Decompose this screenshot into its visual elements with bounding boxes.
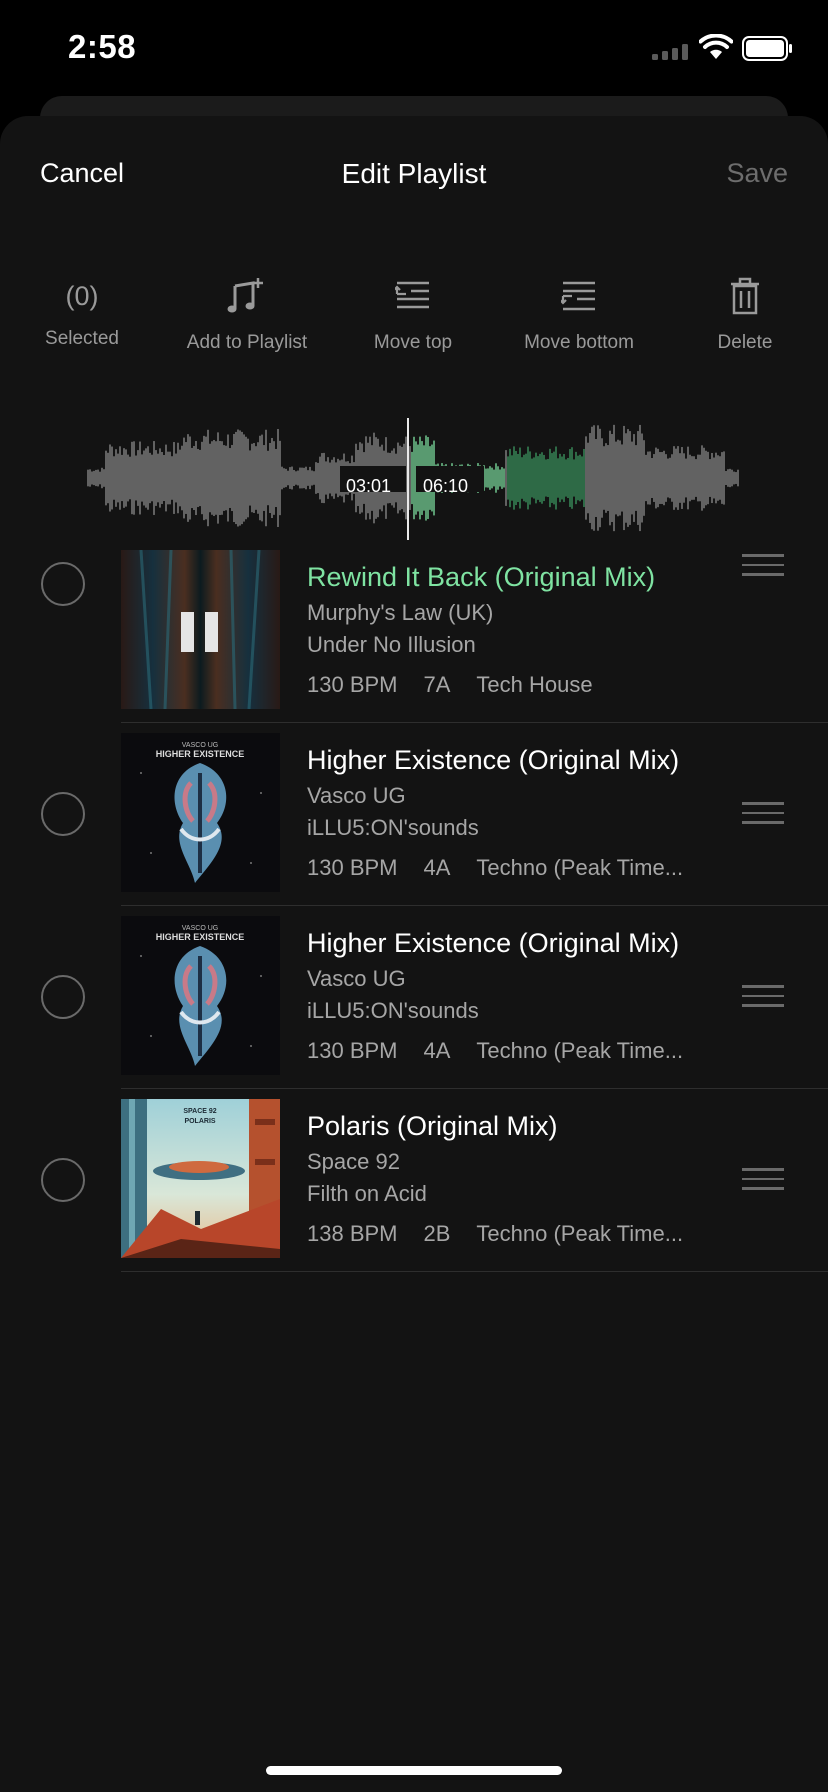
selected-count-value: (0) bbox=[65, 281, 99, 311]
cover-artist-text: VASCO UG bbox=[182, 742, 218, 749]
delete-button[interactable]: Delete bbox=[660, 272, 828, 354]
album-art[interactable]: VASCO UG HIGHER EXISTENCE bbox=[121, 916, 280, 1075]
select-radio[interactable] bbox=[41, 792, 85, 836]
status-time: 2:58 bbox=[68, 28, 137, 65]
track-meta: 130 BPM 4A Techno (Peak Time... bbox=[307, 855, 709, 881]
drag-handle-icon[interactable] bbox=[742, 1168, 784, 1192]
track-bpm: 130 BPM bbox=[307, 855, 398, 880]
track-meta: 130 BPM 7A Tech House bbox=[307, 672, 619, 698]
drag-handle-icon[interactable] bbox=[742, 554, 784, 578]
wifi-icon bbox=[699, 34, 733, 59]
total-duration: 06:10 bbox=[423, 476, 469, 496]
move-top-icon bbox=[328, 272, 498, 320]
track-bpm: 130 BPM bbox=[307, 672, 398, 697]
track-genre: Techno (Peak Time... bbox=[476, 1038, 684, 1063]
edit-toolbar: (0) Selected Add to Playlist Move top Mo… bbox=[0, 272, 828, 362]
track-bpm: 138 BPM bbox=[307, 1221, 398, 1246]
pause-icon[interactable] bbox=[181, 612, 221, 652]
track-label: iLLU5:ON'sounds bbox=[307, 998, 479, 1023]
cover-title-text: POLARIS bbox=[184, 1118, 215, 1125]
home-indicator bbox=[266, 1766, 562, 1775]
save-button[interactable]: Save bbox=[726, 158, 788, 189]
delete-label: Delete bbox=[717, 332, 773, 353]
track-artist: Vasco UG bbox=[307, 783, 406, 808]
track-row[interactable]: VASCO UG HIGHER EXISTENCE Higher Existen… bbox=[0, 723, 828, 906]
track-meta: 138 BPM 2B Techno (Peak Time... bbox=[307, 1221, 709, 1247]
track-title: Higher Existence (Original Mix) bbox=[307, 928, 680, 958]
album-art[interactable] bbox=[121, 550, 280, 709]
track-title: Higher Existence (Original Mix) bbox=[307, 745, 680, 775]
track-row[interactable]: Rewind It Back (Original Mix) Murphy's L… bbox=[0, 540, 828, 723]
selected-label: Selected bbox=[45, 328, 119, 349]
add-music-icon bbox=[162, 272, 332, 320]
select-radio[interactable] bbox=[41, 562, 85, 606]
status-bar: 2:58 bbox=[0, 0, 828, 100]
select-radio[interactable] bbox=[41, 1158, 85, 1202]
track-meta: 130 BPM 4A Techno (Peak Time... bbox=[307, 1038, 709, 1064]
track-row[interactable]: VASCO UG HIGHER EXISTENCE Higher Existen… bbox=[0, 906, 828, 1089]
track-key: 2B bbox=[423, 1221, 451, 1246]
move-bottom-button[interactable]: Move bottom bbox=[494, 272, 664, 354]
playhead[interactable] bbox=[407, 418, 409, 540]
add-to-playlist-button[interactable]: Add to Playlist bbox=[162, 272, 332, 354]
track-key: 7A bbox=[423, 672, 451, 697]
signal-icon bbox=[652, 44, 688, 60]
cancel-button[interactable]: Cancel bbox=[40, 158, 124, 189]
move-bottom-label: Move bottom bbox=[524, 332, 634, 353]
cover-title-text: HIGHER EXISTENCE bbox=[156, 749, 245, 759]
move-top-button[interactable]: Move top bbox=[328, 272, 498, 354]
selected-count: (0) Selected bbox=[0, 272, 167, 350]
waveform-scrubber[interactable] bbox=[86, 416, 742, 540]
cover-artist-text: SPACE 92 bbox=[183, 1108, 216, 1115]
move-top-label: Move top bbox=[373, 332, 453, 353]
track-title: Rewind It Back (Original Mix) bbox=[307, 562, 656, 592]
track-genre: Tech House bbox=[476, 672, 593, 697]
drag-handle-icon[interactable] bbox=[742, 802, 784, 826]
track-key: 4A bbox=[423, 1038, 451, 1063]
divider bbox=[121, 1271, 828, 1272]
track-label: Filth on Acid bbox=[307, 1181, 427, 1206]
track-genre: Techno (Peak Time... bbox=[476, 1221, 684, 1246]
add-to-playlist-label: Add to Playlist bbox=[186, 332, 308, 353]
cover-artist-text: VASCO UG bbox=[182, 925, 218, 932]
elapsed-time: 03:01 bbox=[346, 476, 392, 496]
track-artist: Space 92 bbox=[307, 1149, 400, 1174]
track-key: 4A bbox=[423, 855, 451, 880]
trash-icon bbox=[660, 272, 828, 320]
track-row[interactable]: SPACE 92 POLARIS Polaris (Original Mix) … bbox=[0, 1089, 828, 1272]
track-bpm: 130 BPM bbox=[307, 1038, 398, 1063]
move-bottom-icon bbox=[494, 272, 664, 320]
album-art[interactable]: SPACE 92 POLARIS bbox=[121, 1099, 280, 1258]
cover-title-text: HIGHER EXISTENCE bbox=[156, 932, 245, 942]
track-artist: Vasco UG bbox=[307, 966, 406, 991]
battery-icon bbox=[742, 36, 792, 61]
album-art[interactable]: VASCO UG HIGHER EXISTENCE bbox=[121, 733, 280, 892]
select-radio[interactable] bbox=[41, 975, 85, 1019]
track-artist: Murphy's Law (UK) bbox=[307, 600, 494, 625]
track-genre: Techno (Peak Time... bbox=[476, 855, 684, 880]
track-label: Under No Illusion bbox=[307, 632, 476, 657]
track-label: iLLU5:ON'sounds bbox=[307, 815, 479, 840]
drag-handle-icon[interactable] bbox=[742, 985, 784, 1009]
track-title: Polaris (Original Mix) bbox=[307, 1111, 558, 1141]
